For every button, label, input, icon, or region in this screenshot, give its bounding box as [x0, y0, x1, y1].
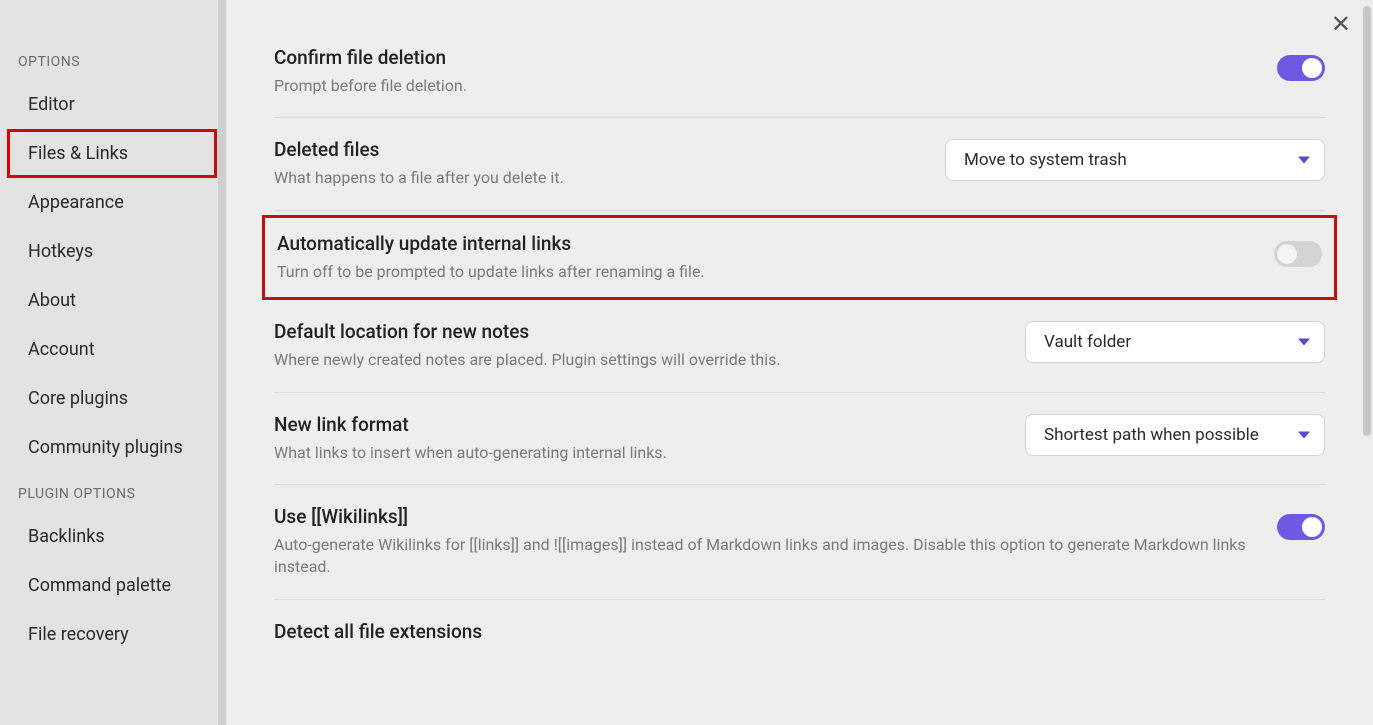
setting-confirm-delete: Confirm file deletion Prompt before file…	[274, 40, 1325, 118]
sidebar-item-community-plugins[interactable]: Community plugins	[0, 423, 226, 472]
setting-title: Deleted files	[274, 138, 917, 161]
setting-desc: Turn off to be prompted to update links …	[277, 261, 1246, 283]
chevron-down-icon	[1298, 339, 1310, 346]
close-icon[interactable]: ✕	[1331, 10, 1351, 38]
setting-link-format: New link format What links to insert whe…	[274, 393, 1325, 485]
setting-title: Use [[Wikilinks]]	[274, 505, 1249, 528]
wikilinks-toggle[interactable]	[1277, 514, 1325, 540]
setting-title: New link format	[274, 413, 997, 436]
setting-title: Automatically update internal links	[277, 232, 1246, 255]
sidebar-item-appearance[interactable]: Appearance	[0, 178, 226, 227]
sidebar-item-file-recovery[interactable]: File recovery	[0, 610, 226, 659]
default-location-dropdown[interactable]: Vault folder	[1025, 321, 1325, 363]
confirm-delete-toggle[interactable]	[1277, 55, 1325, 81]
setting-desc: Where newly created notes are placed. Pl…	[274, 349, 997, 371]
setting-title: Confirm file deletion	[274, 46, 1249, 69]
sidebar-item-account[interactable]: Account	[0, 325, 226, 374]
sidebar-item-hotkeys[interactable]: Hotkeys	[0, 227, 226, 276]
sidebar-section-plugin-options: PLUGIN OPTIONS	[0, 486, 226, 512]
sidebar-item-core-plugins[interactable]: Core plugins	[0, 374, 226, 423]
sidebar-item-about[interactable]: About	[0, 276, 226, 325]
settings-content: ✕ Confirm file deletion Prompt before fi…	[226, 0, 1373, 725]
setting-wikilinks: Use [[Wikilinks]] Auto-generate Wikilink…	[274, 485, 1325, 600]
setting-desc: What happens to a file after you delete …	[274, 167, 917, 189]
setting-desc: Auto-generate Wikilinks for [[links]] an…	[274, 534, 1249, 579]
link-format-dropdown[interactable]: Shortest path when possible	[1025, 414, 1325, 456]
setting-desc: What links to insert when auto-generatin…	[274, 442, 997, 464]
setting-default-location: Default location for new notes Where new…	[274, 300, 1325, 392]
setting-title: Default location for new notes	[274, 320, 997, 343]
auto-update-links-toggle[interactable]	[1274, 241, 1322, 267]
settings-sidebar: OPTIONS Editor Files & Links Appearance …	[0, 0, 226, 725]
setting-auto-update-links: Automatically update internal links Turn…	[262, 215, 1337, 300]
sidebar-item-files-links[interactable]: Files & Links	[7, 129, 217, 178]
sidebar-item-backlinks[interactable]: Backlinks	[0, 512, 226, 561]
chevron-down-icon	[1298, 157, 1310, 164]
deleted-files-dropdown[interactable]: Move to system trash	[945, 139, 1325, 181]
setting-deleted-files: Deleted files What happens to a file aft…	[274, 118, 1325, 210]
dropdown-value: Shortest path when possible	[1044, 425, 1259, 445]
chevron-down-icon	[1298, 431, 1310, 438]
sidebar-item-editor[interactable]: Editor	[0, 80, 226, 129]
sidebar-section-options: OPTIONS	[0, 54, 226, 80]
scrollbar-thumb[interactable]	[1363, 6, 1371, 436]
dropdown-value: Move to system trash	[964, 150, 1127, 170]
sidebar-item-command-palette[interactable]: Command palette	[0, 561, 226, 610]
setting-detect-extensions: Detect all file extensions	[274, 600, 1325, 669]
setting-desc: Prompt before file deletion.	[274, 75, 1249, 97]
dropdown-value: Vault folder	[1044, 332, 1131, 352]
setting-title: Detect all file extensions	[274, 620, 1325, 643]
